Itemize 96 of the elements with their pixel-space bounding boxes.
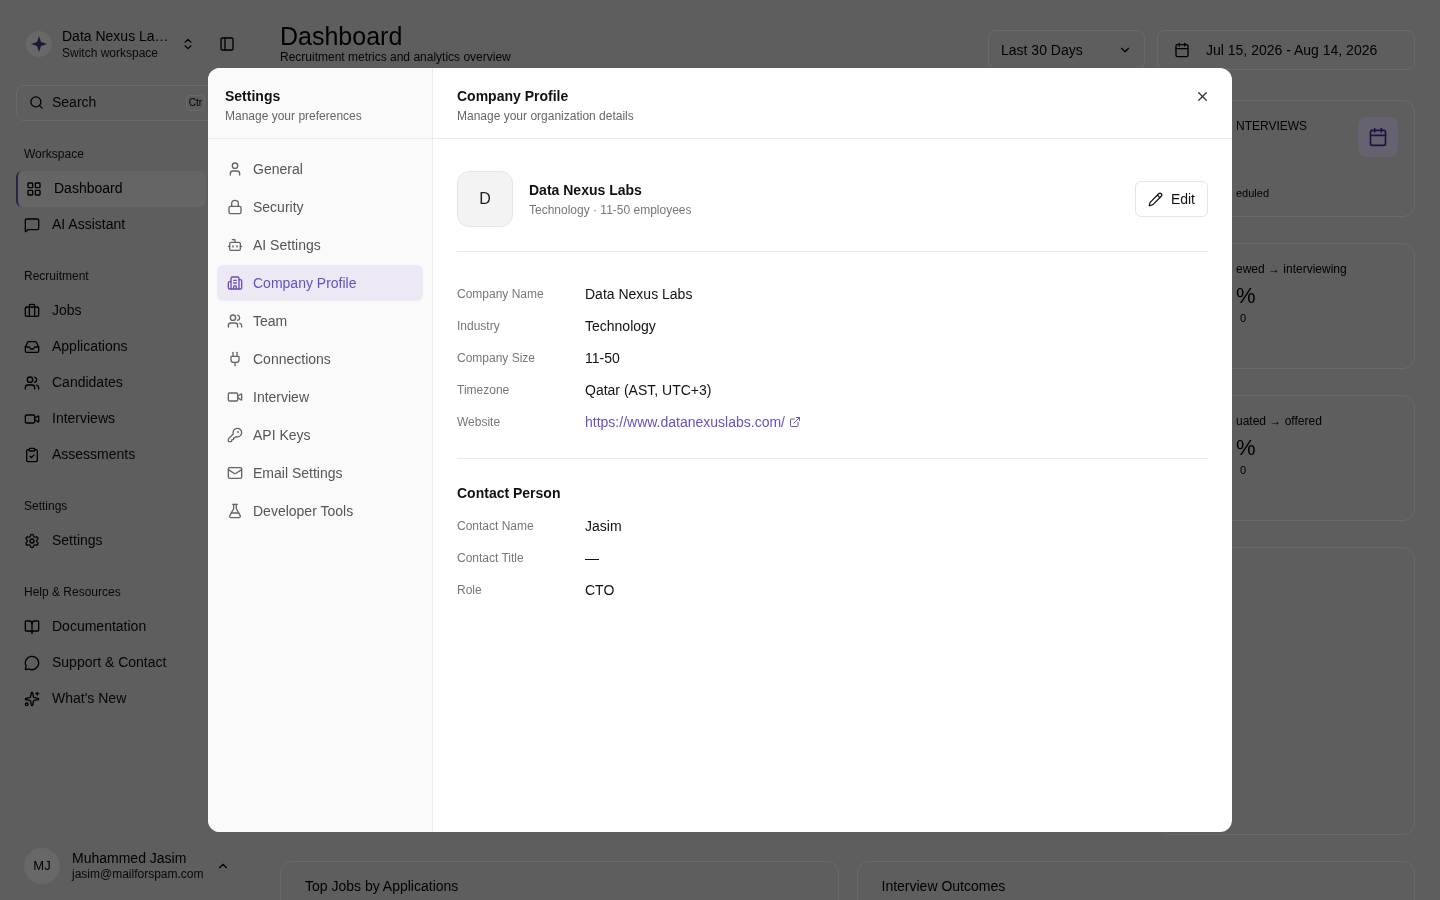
users-icon — [227, 313, 243, 329]
dialog-nav-title: Settings — [225, 87, 281, 106]
stat-label: uated → offered — [1236, 413, 1322, 430]
users-icon — [24, 374, 40, 391]
section-heading: Workspace — [23, 145, 84, 163]
page-title: Dashboard — [280, 22, 403, 50]
sidebar-item[interactable]: Dashboard — [16, 170, 206, 207]
settings-nav-item[interactable]: Security — [217, 189, 423, 225]
edit-button[interactable]: Edit — [1134, 181, 1208, 217]
stat-value: % — [1236, 282, 1256, 310]
sidebar-item[interactable]: Documentation — [16, 608, 206, 645]
section-heading: Help & Resources — [23, 583, 121, 601]
field-value: Qatar (AST, UTC+3) — [585, 380, 712, 400]
stat-label: ewed → interviewing — [1236, 261, 1347, 278]
sidebar-item[interactable]: Assessments — [16, 436, 206, 473]
pencil-icon — [1147, 191, 1163, 207]
sidebar-item[interactable]: Interviews — [16, 400, 206, 437]
dialog-title: Company Profile — [457, 87, 569, 106]
briefcase-icon — [24, 302, 40, 319]
flask-icon — [227, 503, 243, 519]
workspace-name: Data Nexus La… — [62, 28, 169, 46]
field-value: Jasim — [585, 516, 622, 536]
sidebar-item[interactable]: Jobs — [16, 292, 206, 329]
video-icon — [227, 389, 243, 405]
card-title: Top Jobs by Applications — [305, 878, 459, 894]
settings-nav-item[interactable]: Email Settings — [217, 455, 423, 491]
user-name: Muhammed Jasim — [72, 849, 187, 868]
calendar-icon — [1174, 42, 1190, 58]
section-heading: Contact Person — [457, 484, 561, 503]
settings-nav-item[interactable]: API Keys — [217, 417, 423, 453]
field-label: Industry — [457, 318, 501, 335]
calendar-icon — [1368, 127, 1388, 147]
sidebar-item[interactable]: What's New — [16, 680, 206, 717]
building-icon — [227, 275, 243, 291]
robot-icon — [227, 237, 243, 253]
field-value: 11-50 — [585, 348, 620, 368]
key-icon — [227, 427, 243, 443]
section-heading: Settings — [23, 497, 68, 515]
settings-nav-item[interactable]: AI Settings — [217, 227, 423, 263]
settings-nav-item[interactable]: General — [217, 151, 423, 187]
sidebar-item[interactable]: Settings — [16, 522, 206, 559]
settings-icon — [24, 532, 40, 549]
stat-value: % — [1236, 434, 1256, 462]
field-label: Company Size — [457, 350, 537, 367]
dialog-subtitle: Manage your organization details — [457, 108, 634, 125]
company-avatar: D — [457, 171, 513, 227]
settings-nav-item[interactable]: Interview — [217, 379, 423, 415]
user-icon — [227, 161, 243, 177]
mail-icon — [227, 465, 243, 481]
grid-icon — [26, 180, 42, 197]
stat-label: NTERVIEWS — [1236, 118, 1308, 135]
card-title: Interview Outcomes — [881, 878, 1006, 894]
chat-icon — [24, 216, 40, 233]
search-placeholder: Search — [52, 93, 97, 112]
sidebar-item[interactable]: Candidates — [16, 364, 206, 401]
stat-count: 0 — [1239, 462, 1247, 478]
dialog-nav-subtitle: Manage your preferences — [225, 108, 362, 125]
book-icon — [24, 618, 40, 635]
field-label: Role — [457, 582, 483, 599]
field-value: Technology — [585, 316, 656, 336]
section-heading: Recruitment — [23, 267, 89, 285]
user-avatar: MJ — [24, 848, 60, 884]
external-link-icon[interactable] — [789, 416, 801, 428]
field-label: Contact Name — [457, 518, 535, 535]
field-label: Timezone — [457, 382, 511, 399]
settings-nav-item[interactable]: Company Profile — [217, 265, 423, 301]
website-link[interactable]: https://www.datanexuslabs.com/ — [585, 411, 785, 433]
search-icon — [29, 95, 44, 110]
settings-nav-item[interactable]: Developer Tools — [217, 493, 423, 529]
settings-nav-item[interactable]: Team — [217, 303, 423, 339]
field-label: Website — [457, 414, 502, 431]
field-label: Contact Title — [457, 550, 525, 567]
company-meta: Technology · 11-50 employees — [529, 201, 692, 219]
sidebar-item[interactable]: Applications — [16, 328, 206, 365]
company-name: Data Nexus Labs — [529, 180, 642, 200]
stat-note: eduled — [1236, 186, 1270, 201]
field-value: Data Nexus Labs — [585, 284, 693, 304]
settings-nav-item[interactable]: Connections — [217, 341, 423, 377]
sparkles-icon — [24, 690, 40, 707]
logo-icon — [24, 29, 54, 60]
chat-bubble-icon — [24, 654, 40, 671]
clipboard-icon — [24, 446, 40, 463]
inbox-icon — [24, 338, 40, 355]
sidebar-item[interactable]: AI Assistant — [16, 206, 206, 243]
stat-count: 0 — [1239, 310, 1247, 326]
page-subtitle: Recruitment metrics and analytics overview — [280, 51, 511, 63]
user-email: jasim@mailforspam.com — [72, 867, 204, 883]
field-value: — — [585, 548, 599, 568]
sidebar-toggle-icon[interactable] — [218, 36, 235, 53]
workspace-subtitle: Switch workspace — [62, 45, 159, 61]
shortcut-hint: Ctr — [185, 94, 205, 111]
plug-icon — [227, 351, 243, 367]
lock-icon — [227, 199, 243, 215]
sidebar-item[interactable]: Support & Contact — [16, 644, 206, 681]
field-label: Company Name — [457, 286, 545, 303]
field-value: CTO — [585, 580, 615, 600]
